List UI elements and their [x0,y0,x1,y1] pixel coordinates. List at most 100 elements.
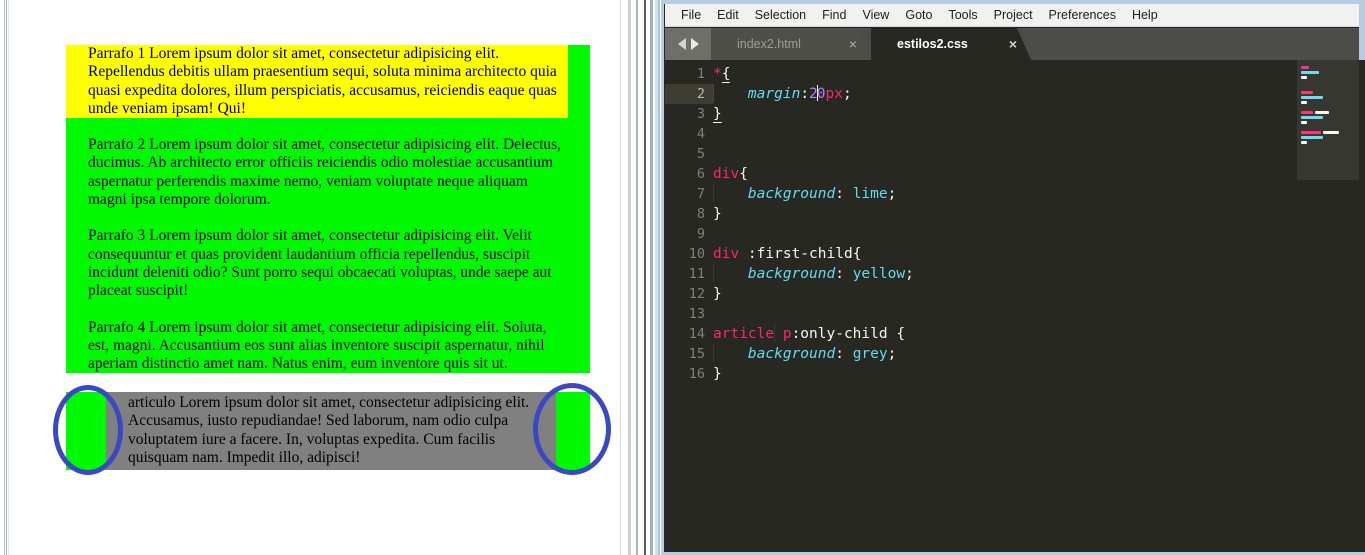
code-token-unit: px [825,86,843,102]
code-line[interactable]: div{ [713,164,1293,184]
paragraph-2: Parrafo 2 Lorem ipsum dolor sit amet, co… [88,136,562,209]
code-line[interactable]: } [713,284,1293,304]
editor-vertical-scrollbar[interactable] [1359,60,1365,552]
code-line[interactable]: background: yellow; [713,264,1293,284]
code-token-prop: background [747,266,836,282]
window-frame-left [661,0,664,555]
code-token-brace: { [896,326,906,342]
code-line[interactable] [713,144,1293,164]
window-edge-line [636,0,638,555]
code-token-pseudo: :first-child [739,246,853,262]
line-number: 7 [696,186,705,202]
editor-tab-index2-html[interactable]: index2.html × [711,28,871,60]
window-edge-line [628,0,631,555]
code-line[interactable]: margin:20px; [713,84,1293,104]
code-token-sel: div [713,246,740,262]
code-token-brace: } [713,286,722,302]
browser-render-pane: Parrafo 1 Lorem ipsum dolor sit amet, co… [0,0,660,555]
code-line[interactable]: } [713,364,1293,384]
code-token-punct: ; [887,346,897,362]
paragraph-3: Parrafo 3 Lorem ipsum dolor sit amet, co… [88,227,552,300]
code-line[interactable]: article p:only-child { [713,324,1293,344]
editor-tab-estilos2-css[interactable]: estilos2.css × [871,28,1031,60]
code-line[interactable] [713,124,1293,144]
tab-label: index2.html [737,37,801,51]
line-number: 15 [688,346,705,362]
window-scrollbar-track[interactable] [644,0,646,555]
window-edge-line [650,0,653,555]
code-token-sel: p [782,326,792,342]
paragraph-1: Parrafo 1 Lorem ipsum dolor sit amet, co… [66,45,568,119]
menu-item-project[interactable]: Project [986,6,1041,24]
line-number: 4 [696,126,705,142]
chevron-left-icon[interactable] [677,38,686,50]
tab-label: estilos2.css [897,37,968,51]
menu-item-file[interactable]: File [673,6,709,24]
code-token-punct: : [800,86,810,102]
menu-item-help[interactable]: Help [1124,6,1166,24]
code-token-brace-match: { [721,66,731,83]
code-line[interactable]: } [713,204,1293,224]
line-number: 10 [688,246,705,262]
code-editor-area[interactable]: 1 2 3 4 5 6 7 8 9 10 11 12 13 14 15 16 *{ margin:20px;}… [665,60,1359,552]
line-number: 8 [696,206,705,222]
code-content[interactable]: *{ margin:20px;} div{ background: lime;}… [713,60,1293,552]
line-number: 5 [696,146,705,162]
line-number: 12 [688,286,705,302]
code-line[interactable]: *{ [713,64,1293,84]
code-token-star: * [713,66,722,82]
code-token-prop: background [747,346,836,362]
code-token-brace: { [852,246,862,262]
menu-item-tools[interactable]: Tools [940,6,985,24]
line-number: 11 [688,266,705,282]
close-icon[interactable]: × [1009,36,1017,52]
code-token-sel: article [713,326,775,342]
line-number: 6 [696,166,705,182]
line-number-gutter: 1 2 3 4 5 6 7 8 9 10 11 12 13 14 15 16 [665,60,713,552]
menu-bar: File Edit Selection Find View Goto Tools Projec… [665,4,1359,27]
menu-item-view[interactable]: View [854,6,897,24]
line-number: 9 [696,226,705,242]
menu-item-preferences[interactable]: Preferences [1041,6,1124,24]
code-line[interactable] [713,224,1293,244]
window-edge-line [6,0,7,555]
minimap-viewport[interactable] [1297,60,1359,180]
code-token-brace-match: } [713,106,722,123]
code-token-punct: ; [842,86,852,102]
code-token-prop: margin [747,86,801,102]
code-line[interactable]: div :first-child{ [713,244,1293,264]
tab-nav-arrows[interactable] [665,28,711,60]
line-number: 2 [665,84,713,104]
code-editor-window: File Edit Selection Find View Goto Tools Projec… [661,0,1365,555]
menu-item-find[interactable]: Find [814,6,854,24]
paragraph-4: Parrafo 4 Lorem ipsum dolor sit amet, co… [88,318,547,373]
screen-root: Parrafo 1 Lorem ipsum dolor sit amet, co… [0,0,1365,555]
annotation-ellipse-right [533,383,611,475]
code-line[interactable] [713,304,1293,324]
line-number: 1 [696,66,705,82]
code-token-brace: } [713,206,722,222]
chevron-right-icon[interactable] [690,38,699,50]
window-edge-line [8,0,9,555]
close-icon[interactable]: × [849,36,857,52]
tab-bar: index2.html × estilos2.css × [665,28,1359,73]
code-token-brace: } [713,366,722,382]
code-token-brace: { [739,166,748,182]
menu-item-selection[interactable]: Selection [747,6,814,24]
code-token-punct: ; [905,266,914,282]
code-line[interactable]: background: grey; [713,344,1293,364]
code-token-prop: background [747,186,836,202]
line-number: 13 [688,306,705,322]
code-token-pseudo: :only-child [791,326,897,342]
rendered-article-container: articulo Lorem ipsum dolor sit amet, con… [66,392,590,470]
code-line[interactable]: background: lime; [713,184,1293,204]
code-line[interactable]: } [713,104,1293,124]
menu-item-edit[interactable]: Edit [709,6,747,24]
menu-item-goto[interactable]: Goto [897,6,940,24]
code-token-sel: div [713,166,740,182]
code-token-val: grey [852,346,888,362]
